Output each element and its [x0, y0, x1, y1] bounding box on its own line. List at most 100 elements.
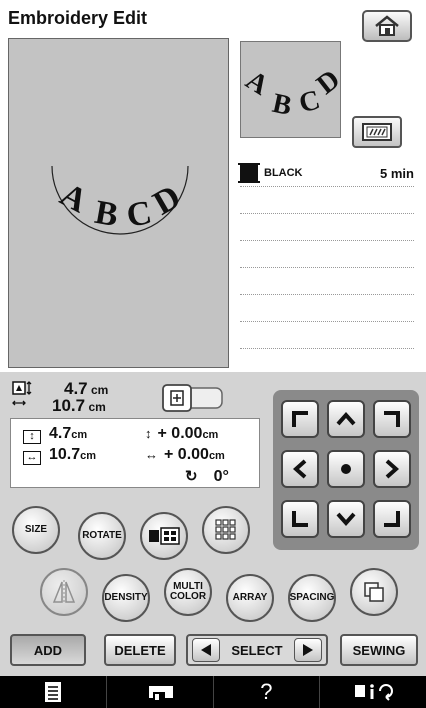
thread-row-empty [240, 214, 414, 241]
rotate-button-label: ROTATE [82, 530, 122, 541]
info-offset-horizontal: ↔ + 0.00cm [145, 446, 225, 463]
center-button[interactable] [327, 450, 365, 488]
select-prev-button[interactable] [192, 638, 220, 662]
border-frame-icon [364, 582, 384, 602]
pattern-letter-a: A [54, 176, 93, 220]
embroidery-canvas[interactable]: A B C D [8, 38, 229, 368]
add-button-label: ADD [33, 642, 63, 658]
corner-down-left-icon [292, 511, 308, 527]
array-button-label: ARRAY [232, 592, 268, 603]
add-button[interactable]: ADD [10, 634, 86, 666]
center-dot-icon [341, 464, 351, 474]
pattern-preview: A B C D [240, 41, 346, 138]
chevron-down-icon [336, 512, 356, 527]
move-down-left-button[interactable] [281, 500, 319, 538]
move-up-left-button[interactable] [281, 400, 319, 438]
rotation-icon: ↻ [185, 468, 198, 485]
thread-color-name: BLACK [264, 167, 303, 179]
move-right-button[interactable] [373, 450, 411, 488]
pattern-letter-c: C [124, 194, 155, 235]
manual-button[interactable] [0, 676, 106, 708]
move-down-button[interactable] [327, 500, 365, 538]
position-info-box: ↕ 4.7cm ↔ 10.7cm ↕ + 0.00cm ↔ + 0.00cm ↻ 0° [10, 418, 260, 488]
help-button[interactable]: ? [212, 676, 320, 708]
sewing-button-label: SEWING [352, 642, 406, 658]
document-icon [44, 682, 61, 702]
size-readout: 4.7 cm 10.7 cm [12, 379, 142, 415]
sewing-machine-icon [148, 686, 173, 700]
move-left-button[interactable] [281, 450, 319, 488]
page-title: Embroidery Edit [8, 8, 148, 28]
pattern-letter-b: B [92, 194, 121, 234]
select-label: SELECT [231, 642, 283, 658]
mirror-icon [52, 580, 76, 604]
chevron-right-icon [385, 459, 400, 479]
height-icon: ↕ [23, 430, 41, 444]
border-button[interactable] [350, 568, 398, 616]
spacing-button[interactable]: SPACING [288, 574, 336, 622]
move-up-button[interactable] [327, 400, 365, 438]
array-button[interactable]: ARRAY [226, 574, 274, 622]
thread-row-empty [240, 268, 414, 295]
pattern-letter-d: D [147, 178, 187, 222]
size-width-value: 10.7 cm [52, 396, 106, 415]
info-offset-vertical: ↕ + 0.00cm [145, 425, 219, 442]
select-control: SELECT [186, 634, 328, 666]
mirror-button[interactable] [40, 568, 88, 616]
chevron-left-icon [292, 459, 307, 479]
needle-info-icon [355, 684, 394, 701]
density-button-label: DENSITY [104, 592, 148, 603]
thread-row-empty [240, 295, 414, 322]
corner-down-right-icon [384, 511, 400, 527]
svg-text:C: C [296, 84, 324, 119]
home-button[interactable] [362, 10, 412, 42]
corner-up-left-icon [292, 411, 308, 427]
bottom-toolbar: ? [0, 676, 426, 708]
machine-view-button[interactable] [352, 116, 402, 148]
density-button[interactable]: DENSITY [102, 574, 150, 622]
thread-color-list: BLACK 5 min [238, 160, 414, 376]
machine-settings-button[interactable] [105, 676, 213, 708]
home-icon [375, 15, 399, 36]
chevron-up-icon [336, 411, 356, 426]
delete-button-label: DELETE [114, 642, 166, 658]
grid-icon [215, 519, 236, 540]
move-arrow-pad [273, 390, 419, 550]
info-width: ↔ 10.7cm [23, 446, 96, 465]
needle-thread-button[interactable] [319, 676, 426, 708]
vertical-offset-icon: ↕ [145, 426, 152, 441]
edit-panel: 4.7 cm 10.7 cm ↕ 4.7cm ↔ 10.7cm ↕ + 0.00cm … [0, 372, 426, 676]
thread-row-empty [240, 241, 414, 268]
rotate-button[interactable]: ROTATE [78, 512, 126, 560]
triangle-right-icon [302, 644, 313, 656]
machine-view-icon [362, 123, 392, 141]
corner-up-right-icon [384, 411, 400, 427]
sewing-button[interactable]: SEWING [340, 634, 418, 666]
size-button-label: SIZE [24, 524, 48, 535]
thread-color-swatch [238, 163, 260, 183]
horizontal-offset-icon: ↔ [145, 447, 158, 462]
thread-row-empty [240, 187, 414, 214]
help-icon: ? [260, 679, 273, 704]
svg-text:B: B [270, 88, 295, 122]
size-dimensions-icon [12, 381, 32, 406]
move-down-right-button[interactable] [373, 500, 411, 538]
multi-color-button[interactable]: MULTI COLOR [164, 568, 212, 616]
info-rotation: ↻ 0° [185, 468, 229, 485]
multi-color-button-label: MULTI COLOR [169, 581, 207, 602]
hoop-size-icon [162, 384, 223, 412]
pattern-display: A B C D [51, 165, 189, 235]
spacing-button-label: SPACING [289, 592, 335, 603]
size-button[interactable]: SIZE [12, 506, 60, 554]
grid-button[interactable] [202, 506, 250, 554]
move-up-right-button[interactable] [373, 400, 411, 438]
select-next-button[interactable] [293, 638, 322, 662]
thread-palette-icon [149, 527, 180, 545]
triangle-left-icon [201, 644, 211, 656]
width-icon: ↔ [23, 451, 41, 465]
delete-button[interactable]: DELETE [104, 634, 176, 666]
info-height: ↕ 4.7cm [23, 425, 87, 444]
thread-time: 5 min [380, 165, 414, 181]
thread-row[interactable]: BLACK 5 min [238, 160, 414, 187]
thread-color-button[interactable] [140, 512, 188, 560]
